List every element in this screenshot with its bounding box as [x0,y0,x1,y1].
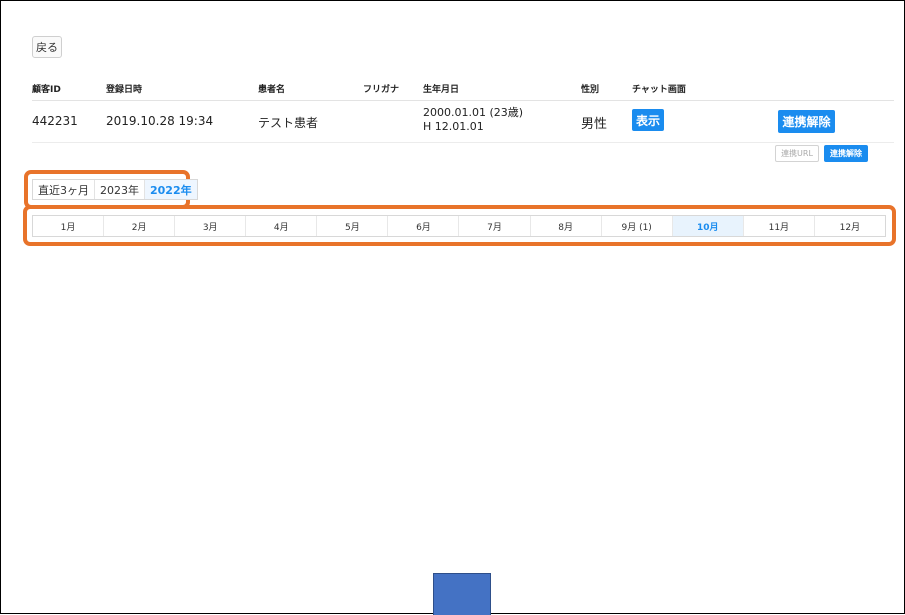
table-divider [32,100,894,101]
tab-month-4[interactable]: 4月 [246,216,318,236]
tab-month-6[interactable]: 6月 [388,216,460,236]
tab-month-9[interactable]: 9月 (1) [602,216,673,236]
tab-month-10[interactable]: 10月 [672,216,744,236]
app-frame: 戻る 顧客ID 登録日時 患者名 フリガナ 生年月日 性別 チャット画面 442… [0,0,905,615]
tab-month-3[interactable]: 3月 [175,216,247,236]
header-patient-name: 患者名 [258,85,286,95]
header-sex: 性別 [581,85,600,95]
tab-month-8[interactable]: 8月 [531,216,602,236]
header-customer-id: 顧客ID [32,85,61,95]
header-birthdate: 生年月日 [423,85,460,95]
patient-name-value: テスト患者 [258,116,319,130]
customer-id-value: 442231 [32,114,78,128]
birthdate-wareki: H 12.01.01 [423,120,484,133]
overlay-square-shape [433,573,491,615]
back-button[interactable]: 戻る [32,36,62,58]
tab-month-2[interactable]: 2月 [104,216,176,236]
header-furigana: フリガナ [363,85,400,95]
tab-month-7[interactable]: 7月 [459,216,531,236]
unlink-button[interactable]: 連携解除 [778,110,835,133]
year-tab-group: 直近3ヶ月 2023年 2022年 [32,179,198,200]
sex-value: 男性 [581,117,608,132]
unlink-small-button[interactable]: 連携解除 [824,145,868,162]
tab-month-5[interactable]: 5月 [317,216,389,236]
month-tab-group: 1月 2月 3月 4月 5月 6月 7月 8月 9月 (1) 10月 11月 1… [32,215,886,237]
registered-at-value: 2019.10.28 19:34 [106,114,214,128]
tab-month-1[interactable]: 1月 [33,216,105,236]
show-chat-button[interactable]: 表示 [632,109,664,131]
table-divider [32,142,894,143]
tab-2022[interactable]: 2022年 [145,180,197,199]
birthdate-value: 2000.01.01 (23歳) [423,106,524,119]
header-chat: チャット画面 [632,85,686,95]
tab-month-12[interactable]: 12月 [815,216,885,236]
link-url-button[interactable]: 連携URL [775,145,819,162]
tab-2023[interactable]: 2023年 [95,180,145,199]
header-registered-at: 登録日時 [106,85,143,95]
tab-month-11[interactable]: 11月 [744,216,815,236]
tab-recent-3-months[interactable]: 直近3ヶ月 [33,180,95,199]
